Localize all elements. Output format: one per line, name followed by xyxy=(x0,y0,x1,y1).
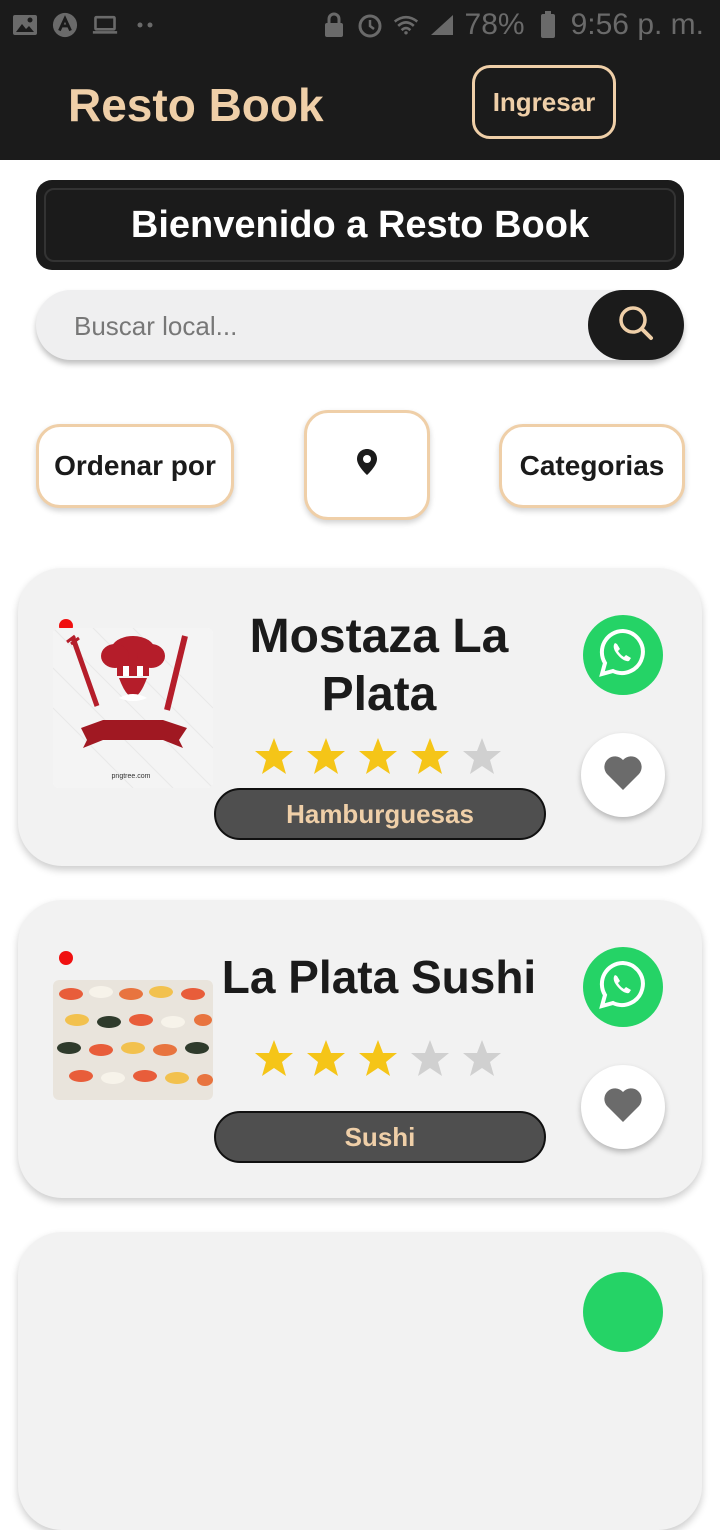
whatsapp-icon xyxy=(595,957,651,1018)
status-left-icons xyxy=(12,8,158,42)
lock-icon xyxy=(321,12,347,37)
login-button[interactable]: Ingresar xyxy=(472,65,616,139)
battery-icon xyxy=(535,11,561,38)
star-filled-icon xyxy=(254,736,294,776)
star-filled-icon xyxy=(254,1038,294,1078)
whatsapp-button[interactable] xyxy=(583,615,663,695)
categories-button[interactable]: Categorias xyxy=(499,424,685,508)
star-filled-icon xyxy=(410,736,450,776)
rating-stars xyxy=(254,1038,502,1078)
sort-button[interactable]: Ordenar por xyxy=(36,424,234,508)
laptop-icon xyxy=(92,13,118,37)
rating-stars xyxy=(254,736,502,776)
app-icon xyxy=(52,12,78,38)
sort-label: Ordenar por xyxy=(54,450,216,481)
app-title: Resto Book xyxy=(68,79,324,131)
welcome-text: Bienvenido a Resto Book xyxy=(44,188,676,262)
whatsapp-button[interactable] xyxy=(583,1272,663,1352)
star-empty-icon xyxy=(462,736,502,776)
restaurant-name: Mostaza La Plata xyxy=(249,610,509,721)
status-bar: 78% 9:56 p. m. xyxy=(0,0,720,52)
star-filled-icon xyxy=(358,1038,398,1078)
heart-icon xyxy=(603,755,643,796)
sushi-photo-icon xyxy=(53,980,213,1100)
restaurant-card[interactable]: La Plata Sushi Sushi xyxy=(18,900,702,1198)
restaurant-name: La Plata Sushi xyxy=(221,951,537,1003)
more-dots-icon xyxy=(132,13,158,37)
whatsapp-icon xyxy=(595,625,651,686)
favorite-button[interactable] xyxy=(581,733,665,817)
restaurant-image xyxy=(53,980,213,1100)
star-filled-icon xyxy=(306,736,346,776)
restaurant-image: pngtree.com xyxy=(53,628,213,788)
restaurant-card[interactable] xyxy=(18,1232,702,1530)
clock: 9:56 p. m. xyxy=(570,8,704,41)
star-empty-icon xyxy=(410,1038,450,1078)
signal-icon xyxy=(429,13,455,37)
star-empty-icon xyxy=(462,1038,502,1078)
location-button[interactable] xyxy=(304,410,430,520)
status-right: 78% 9:56 p. m. xyxy=(321,8,704,42)
image-icon xyxy=(12,13,38,37)
restaurant-card[interactable]: pngtree.com Mostaza La Plata Hamburguesa… xyxy=(18,568,702,866)
search-button[interactable] xyxy=(588,290,684,360)
chef-logo-icon: pngtree.com xyxy=(53,628,213,788)
battery-percent: 78% xyxy=(464,8,525,41)
status-dot xyxy=(59,951,73,965)
watermark-text: pngtree.com xyxy=(112,773,151,780)
welcome-banner: Bienvenido a Resto Book xyxy=(36,180,684,270)
heart-icon xyxy=(603,1087,643,1128)
search-bar xyxy=(36,290,684,362)
favorite-button[interactable] xyxy=(581,1065,665,1149)
whatsapp-button[interactable] xyxy=(583,947,663,1027)
location-pin-icon xyxy=(356,448,378,483)
category-badge[interactable]: Sushi xyxy=(214,1111,546,1163)
search-icon xyxy=(617,304,655,347)
search-input[interactable] xyxy=(72,290,596,362)
app-header: Resto Book Ingresar xyxy=(0,52,720,160)
alarm-icon xyxy=(357,13,383,38)
wifi-icon xyxy=(393,13,419,37)
star-filled-icon xyxy=(358,736,398,776)
category-badge[interactable]: Hamburguesas xyxy=(214,788,546,840)
categories-label: Categorias xyxy=(519,450,665,481)
star-filled-icon xyxy=(306,1038,346,1078)
